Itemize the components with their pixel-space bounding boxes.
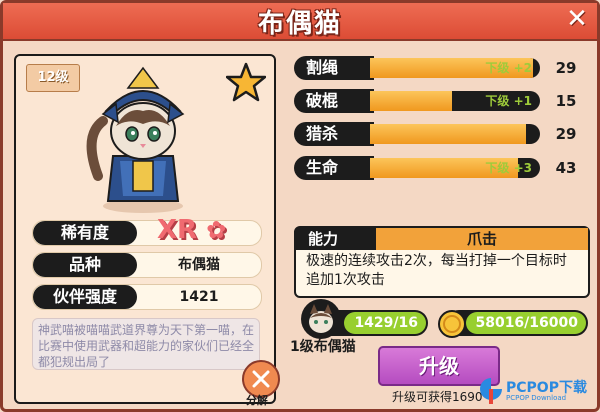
close-icon: ✕ (566, 4, 588, 34)
power-row: 伙伴强度 1421 (32, 284, 262, 310)
attribute-value: 29 (555, 125, 577, 143)
attribute-bar (370, 124, 540, 144)
coin-counter: 58016/16000 (446, 310, 588, 336)
pet-description: 神武喵被喵喵武道界尊为天下第一喵，在比赛中使用武器和超能力的家伙们已经全都犯规出… (32, 318, 260, 370)
attribute-value: 29 (555, 59, 577, 77)
attribute-bonus: 下级 +2 (485, 61, 532, 75)
watermark: PCPOP下载 PCPOP Download (478, 374, 598, 410)
page-title: 布偶猫 (257, 8, 342, 39)
rarity-row: 稀有度 XR ✿ (32, 215, 262, 246)
watermark-subtext: PCPOP Download (506, 394, 567, 402)
rarity-value: XR (157, 215, 198, 245)
ability-panel: 能力 爪击 极速的连续攻击2次，每当打掉一个目标时追加1次攻击 (294, 226, 590, 298)
rarity-badge: XR ✿ (157, 215, 226, 245)
attribute-bonus: 下级 +1 (485, 94, 532, 108)
attribute-name: 割绳 (294, 56, 374, 80)
watermark-logo-icon (480, 378, 502, 404)
pet-portrait (86, 66, 185, 213)
close-button[interactable]: ✕ (564, 6, 590, 32)
attribute-bonus: 下级 +3 (485, 161, 532, 175)
power-label: 伙伴强度 (33, 285, 137, 309)
coin-value: 58016/16000 (475, 315, 578, 331)
pet-card: 12级 稀有度 XR ✿ 品种 布偶猫 伙伴强度 1421 神武喵被喵喵武道界尊… (14, 54, 280, 407)
scissors-icon (252, 370, 270, 388)
attribute-value: 43 (555, 159, 577, 177)
upgrade-note: 升级可获得1690 (392, 390, 483, 404)
attribute-bar: 下级 +1 (370, 91, 540, 111)
level-badge: 12级 (26, 64, 80, 92)
attribute-name: 生命 (294, 156, 374, 180)
ability-label: 能力 (308, 230, 339, 248)
attribute-row-2: 猎杀 29 (294, 122, 590, 146)
attribute-row-0: 割绳 下级 +2 29 (294, 56, 590, 80)
rarity-star-icon: ✿ (206, 216, 227, 244)
attribute-value: 15 (555, 92, 577, 110)
attribute-row-3: 生命 下级 +3 43 (294, 156, 590, 180)
attribute-name: 破棍 (294, 89, 374, 113)
coin-icon (438, 310, 466, 338)
attribute-row-1: 破棍 下级 +1 15 (294, 89, 590, 113)
rarity-label: 稀有度 (33, 221, 137, 245)
ability-description: 极速的连续攻击2次，每当打掉一个目标时追加1次攻击 (306, 253, 567, 288)
decompose-label: 分解 (246, 394, 268, 407)
breed-value: 布偶猫 (178, 257, 220, 273)
attribute-bar: 下级 +3 (370, 158, 540, 178)
pet-material-caption: 1级布偶猫 (290, 339, 356, 355)
pet-material-value: 1429/16 (354, 315, 418, 331)
attribute-bar-fill (370, 124, 527, 144)
breed-row: 品种 布偶猫 (32, 252, 262, 278)
pet-material-icon (301, 299, 341, 339)
power-value: 1421 (179, 289, 219, 305)
attribute-bar: 下级 +2 (370, 58, 540, 78)
favorite-star-icon[interactable] (226, 62, 266, 102)
attribute-bar-fill (370, 91, 452, 111)
breed-label: 品种 (33, 253, 137, 277)
title-bar: 布偶猫 (3, 3, 597, 41)
attribute-name: 猎杀 (294, 122, 374, 146)
ability-name: 爪击 (466, 230, 497, 248)
